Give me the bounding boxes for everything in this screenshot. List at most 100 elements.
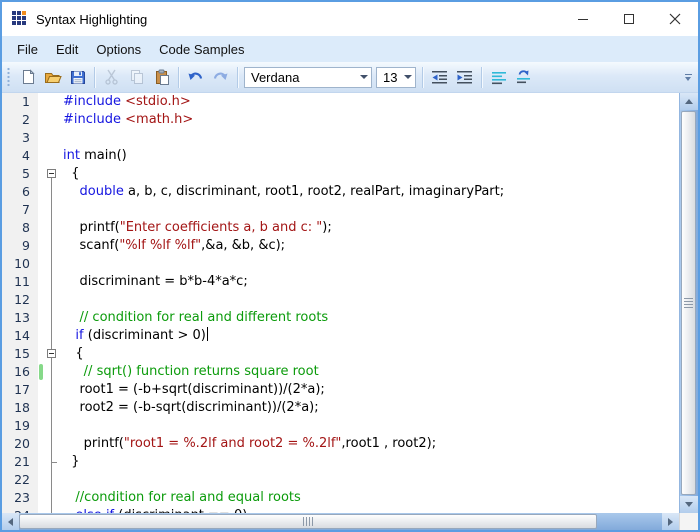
code-line[interactable]: 5 { [2,165,679,183]
indent-icon [456,70,473,85]
code-text[interactable]: } [60,453,679,471]
code-line[interactable]: 7 [2,201,679,219]
code-text[interactable]: //condition for real and equal roots [60,489,679,507]
line-number: 15 [2,345,38,363]
code-line[interactable]: 1#include <stdio.h> [2,93,679,111]
code-text[interactable] [60,417,679,435]
fold-margin [44,291,60,309]
code-line[interactable]: 4int main() [2,147,679,165]
arrow-down-icon [685,502,693,507]
redo-button[interactable] [208,65,233,90]
fold-margin [44,183,60,201]
menu-code-samples[interactable]: Code Samples [150,38,253,61]
code-text[interactable]: int main() [60,147,679,165]
code-line[interactable]: 21 } [2,453,679,471]
code-line[interactable]: 16 // sqrt() function returns square roo… [2,363,679,381]
new-file-button[interactable] [15,65,40,90]
minimize-button[interactable] [560,2,606,36]
horizontal-scroll-track[interactable] [19,513,662,530]
code-line[interactable]: 12 [2,291,679,309]
code-text[interactable] [60,201,679,219]
code-text[interactable]: #include <stdio.h> [60,93,679,111]
scroll-up-button[interactable] [680,93,698,110]
code-text[interactable]: printf("Enter coefficients a, b and c: "… [60,219,679,237]
save-file-button[interactable] [65,65,90,90]
code-line[interactable]: 6 double a, b, c, discriminant, root1, r… [2,183,679,201]
code-line[interactable]: 9 scanf("%lf %lf %lf",&a, &b, &c); [2,237,679,255]
font-family-combo[interactable]: Verdana [244,67,372,88]
code-line[interactable]: 20 printf("root1 = %.2lf and root2 = %.2… [2,435,679,453]
fold-margin [44,381,60,399]
code-line[interactable]: 13 // condition for real and different r… [2,309,679,327]
fold-margin [44,327,60,345]
toolbar-overflow-button[interactable] [682,65,694,89]
code-text[interactable]: { [60,345,679,363]
menu-options[interactable]: Options [87,38,150,61]
code-text[interactable] [60,471,679,489]
fold-margin [44,255,60,273]
code-text[interactable]: if (discriminant > 0) [60,327,679,345]
menu-file[interactable]: File [8,38,47,61]
fold-collapse-icon[interactable] [47,169,56,178]
copy-button[interactable] [124,65,149,90]
vertical-scroll-thumb[interactable] [681,111,696,495]
vertical-scrollbar[interactable] [679,93,698,513]
horizontal-scrollbar[interactable] [2,513,679,530]
arrow-up-icon [685,99,693,104]
code-text[interactable] [60,129,679,147]
menu-edit[interactable]: Edit [47,38,87,61]
close-button[interactable] [652,2,698,36]
toolbar-grip[interactable] [7,67,10,87]
toolbar-separator [237,67,238,88]
code-line[interactable]: 17 root1 = (-b+sqrt(discriminant))/(2*a)… [2,381,679,399]
code-text[interactable]: scanf("%lf %lf %lf",&a, &b, &c); [60,237,679,255]
code-text[interactable]: root1 = (-b+sqrt(discriminant))/(2*a); [60,381,679,399]
arrow-right-icon [668,518,673,526]
highlight-selection-button[interactable] [486,65,511,90]
maximize-button[interactable] [606,2,652,36]
scroll-down-button[interactable] [680,496,698,513]
scroll-left-button[interactable] [2,513,19,530]
horizontal-scroll-thumb[interactable] [19,514,597,529]
code-line[interactable]: 19 [2,417,679,435]
code-line[interactable]: 18 root2 = (-b-sqrt(discriminant))/(2*a)… [2,399,679,417]
code-text[interactable]: double a, b, c, discriminant, root1, roo… [60,183,679,201]
paste-button[interactable] [149,65,174,90]
chevron-down-icon[interactable] [400,68,415,87]
indent-button[interactable] [452,65,477,90]
code-line[interactable]: 11 discriminant = b*b-4*a*c; [2,273,679,291]
code-text[interactable] [60,291,679,309]
code-text[interactable]: root2 = (-b-sqrt(discriminant))/(2*a); [60,399,679,417]
redo-icon [212,69,229,85]
fold-margin [44,111,60,129]
fold-collapse-icon[interactable] [47,349,56,358]
font-size-combo[interactable]: 13 [376,67,416,88]
code-text[interactable]: // sqrt() function returns square root [60,363,679,381]
code-line[interactable]: 22 [2,471,679,489]
code-line[interactable]: 3 [2,129,679,147]
code-text[interactable]: discriminant = b*b-4*a*c; [60,273,679,291]
code-line[interactable]: 14 if (discriminant > 0) [2,327,679,345]
code-editor[interactable]: 1#include <stdio.h>2#include <math.h>34i… [2,93,679,513]
code-line[interactable]: 23 //condition for real and equal roots [2,489,679,507]
code-line[interactable]: 2#include <math.h> [2,111,679,129]
cut-button[interactable] [99,65,124,90]
code-text[interactable]: printf("root1 = %.2lf and root2 = %.2lf"… [60,435,679,453]
line-number: 3 [2,129,38,147]
refresh-highlighting-button[interactable] [511,65,536,90]
chevron-down-icon[interactable] [356,68,371,87]
line-number: 13 [2,309,38,327]
code-line[interactable]: 10 [2,255,679,273]
outdent-button[interactable] [427,65,452,90]
code-text[interactable]: #include <math.h> [60,111,679,129]
scroll-right-button[interactable] [662,513,679,530]
line-number: 5 [2,165,38,183]
fold-margin [44,417,60,435]
code-text[interactable] [60,255,679,273]
code-line[interactable]: 15 { [2,345,679,363]
code-text[interactable]: // condition for real and different root… [60,309,679,327]
undo-button[interactable] [183,65,208,90]
open-file-button[interactable] [40,65,65,90]
code-line[interactable]: 8 printf("Enter coefficients a, b and c:… [2,219,679,237]
code-text[interactable]: { [60,165,679,183]
